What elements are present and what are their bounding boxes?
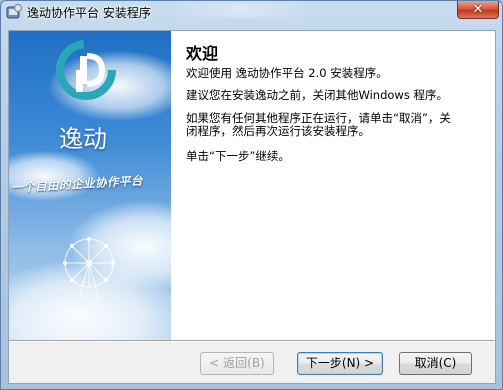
page-title: 欢迎 [186,44,219,63]
cancel-button[interactable]: 取消(C) [399,352,472,375]
ferris-wheel-icon [63,237,115,300]
dialog-client-area: 逸动 一个自由的企业协作平台 欢迎 欢迎使用 逸动协作平台 2.0 安装程序。 … [8,30,496,384]
brand-logo [56,40,116,100]
welcome-content: 欢迎 欢迎使用 逸动协作平台 2.0 安装程序。 建议您在安装逸动之前，关闭其他… [171,31,495,340]
next-button[interactable]: 下一步(N) > [297,352,383,375]
close-button[interactable]: ✕ [457,1,499,19]
side-banner: 逸动 一个自由的企业协作平台 [9,31,171,340]
back-button[interactable]: < 返回(B) [200,352,274,375]
continue-text: 单击“下一步”继续。 [186,149,290,163]
footer-divider [9,340,495,342]
installer-app-icon [6,4,22,19]
close-icon: ✕ [472,2,484,17]
installer-window: 逸动协作平台 安装程序 ✕ 逸动 一个自由的企业协作平台 欢迎 欢迎使用 逸动协… [0,0,503,390]
welcome-text: 欢迎使用 逸动协作平台 2.0 安装程序。 [186,66,388,80]
blurred-background [161,3,321,17]
advice-text: 建议您在安装逸动之前，关闭其他Windows 程序。 [186,88,448,102]
running-programs-text-line2: 闭程序，然后再次运行该安装程序。 [186,124,370,138]
window-title: 逸动协作平台 安装程序 [27,6,151,20]
title-bar[interactable]: 逸动协作平台 安装程序 ✕ [1,1,502,23]
brand-name: 逸动 [59,125,107,153]
